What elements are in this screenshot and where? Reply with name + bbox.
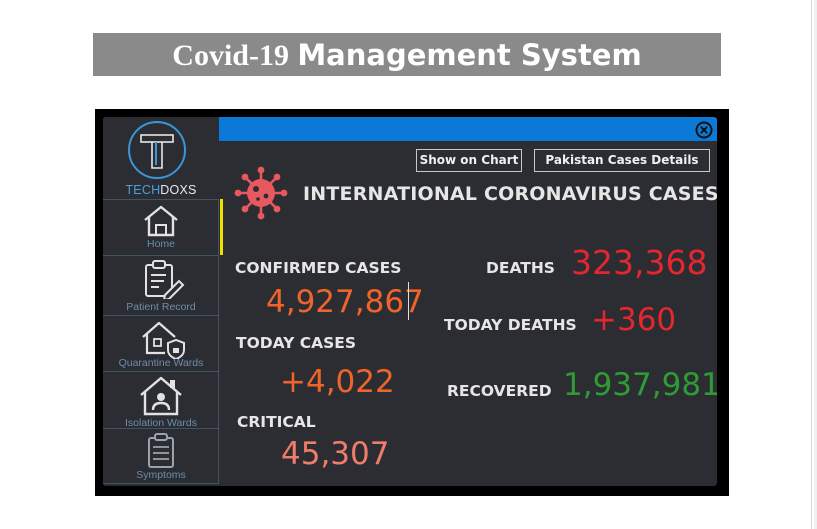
active-nav-indicator [220,199,223,255]
clipboard-icon [145,260,185,299]
sidebar-item-home[interactable]: Home [103,199,219,255]
deaths-label: DEATHS [486,259,555,277]
techdoxs-logo [128,121,186,179]
sidebar-item-label: Home [146,238,175,250]
today-cases-label: TODAY CASES [236,334,357,352]
critical-value: 45,307 [281,436,390,472]
page-title: Covid-19 Management System [93,33,721,76]
recovered-value: 1,937,981 [563,367,717,403]
house-person-icon [140,376,182,416]
home-icon [144,205,178,237]
close-icon[interactable] [695,121,713,139]
sidebar: TECHDOXS Home Patient Record Quarantine … [103,117,219,486]
dashboard-heading: INTERNATIONAL CORONAVIRUS CASES [303,183,717,205]
page-title-part2: Management System [297,38,642,72]
logo-text: TECHDOXS [125,183,197,197]
app-window: TECHDOXS Home Patient Record Quarantine … [103,117,717,486]
sidebar-item-label: Symptoms [136,469,186,481]
today-deaths-value: +360 [591,302,677,338]
deaths-value: 323,368 [571,243,708,282]
text-cursor [408,282,409,320]
page-edge-line [811,0,812,529]
critical-label: CRITICAL [237,413,316,431]
confirmed-cases-value: 4,927,867 [266,284,424,320]
checklist-icon [148,433,174,468]
page-title-part1: Covid-19 [172,39,289,72]
title-bar [219,117,717,141]
show-on-chart-button[interactable]: Show on Chart [416,149,522,172]
logo-t-icon [140,134,174,169]
sidebar-item-patient-record[interactable]: Patient Record [103,255,219,315]
confirmed-cases-label: CONFIRMED CASES [235,259,402,277]
today-cases-value: +4,022 [280,364,395,400]
virus-icon [234,166,288,220]
sidebar-item-label: Quarantine Wards [118,357,204,369]
sidebar-item-symptoms[interactable]: Symptoms [103,428,219,484]
sidebar-item-isolation-wards[interactable]: Isolation Wards [103,371,219,429]
recovered-label: RECOVERED [447,382,552,400]
sidebar-item-quarantine-wards[interactable]: Quarantine Wards [103,315,219,371]
sidebar-item-label: Patient Record [126,301,196,313]
house-shield-icon [142,321,185,359]
today-deaths-label: TODAY DEATHS [444,316,577,334]
pakistan-cases-details-button[interactable]: Pakistan Cases Details [534,149,710,172]
